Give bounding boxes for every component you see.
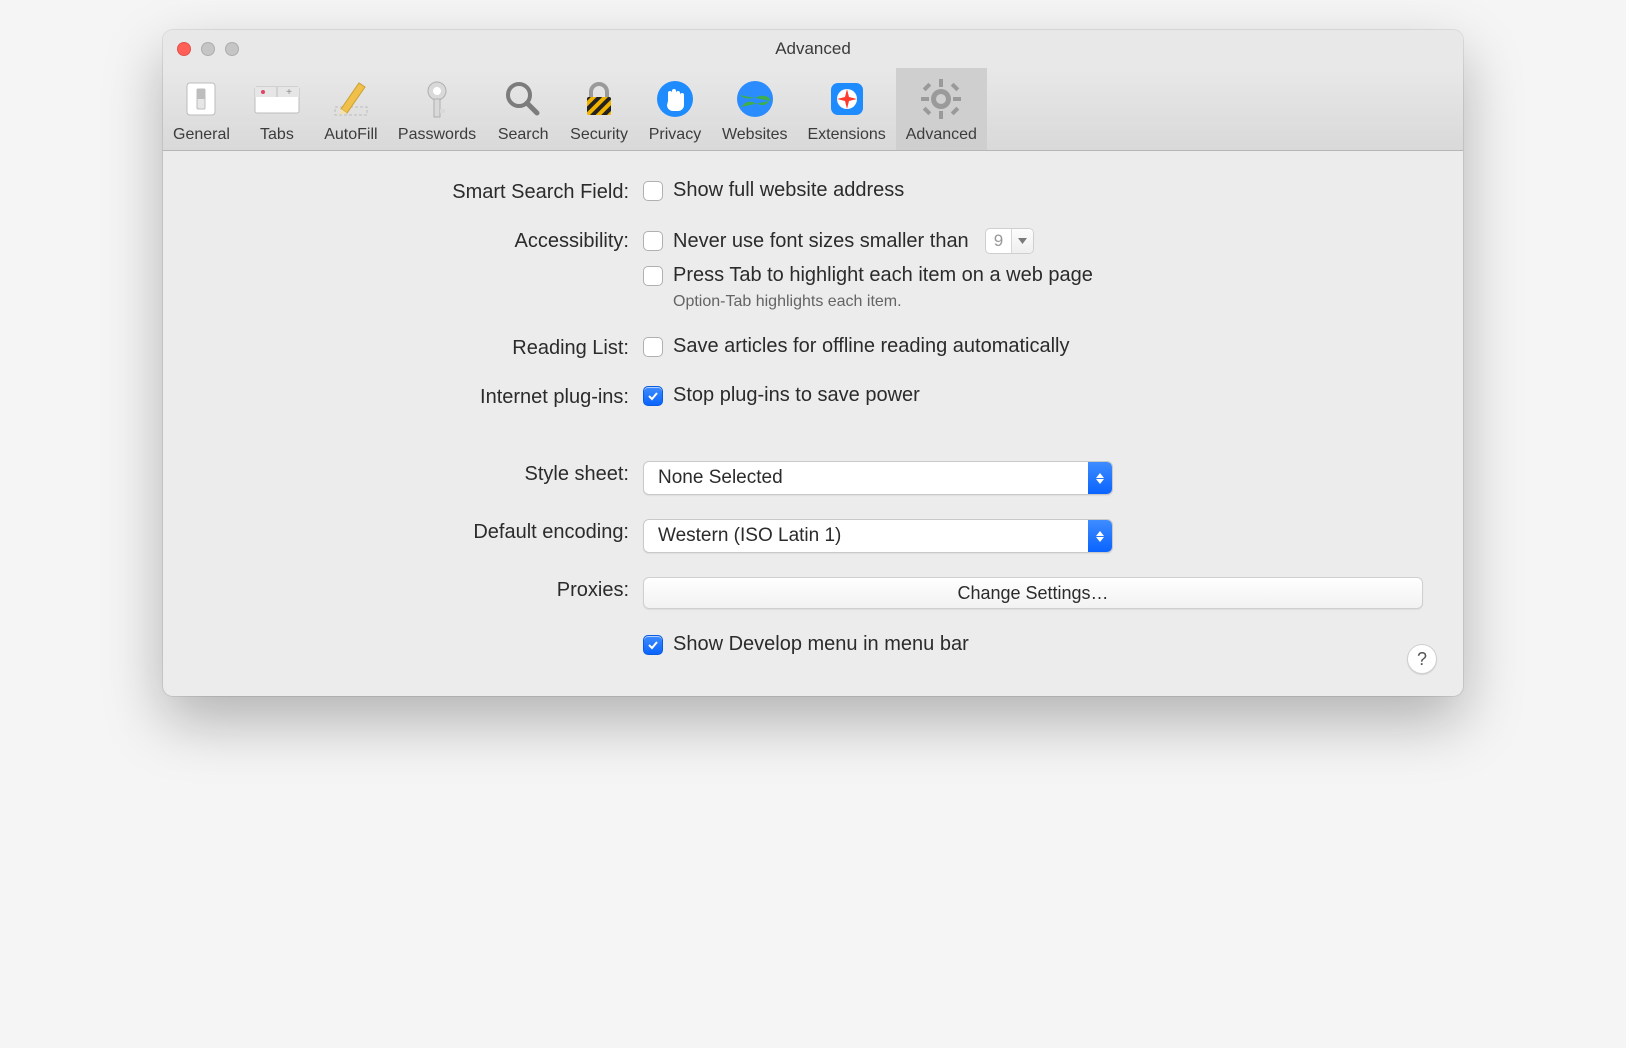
checkbox-min-font-size[interactable]: Never use font sizes smaller than xyxy=(643,230,969,253)
row-develop: Show Develop menu in menu bar xyxy=(203,633,1423,656)
pencil-icon xyxy=(324,76,378,122)
help-button-label: ? xyxy=(1417,649,1427,670)
checkbox-box xyxy=(643,231,663,251)
section-label: Accessibility: xyxy=(203,228,643,253)
tab-label: Tabs xyxy=(260,126,294,144)
row-style-sheet: Style sheet: None Selected xyxy=(203,461,1423,495)
key-icon xyxy=(410,76,464,122)
checkbox-show-full-address[interactable]: Show full website address xyxy=(643,179,1423,202)
tab-search[interactable]: Search xyxy=(486,68,560,150)
checkbox-label: Show Develop menu in menu bar xyxy=(673,633,969,656)
encoding-popup[interactable]: Western (ISO Latin 1) xyxy=(643,519,1113,553)
tab-label: General xyxy=(173,126,230,144)
tab-privacy[interactable]: Privacy xyxy=(638,68,712,150)
tab-security[interactable]: Security xyxy=(560,68,638,150)
preferences-window: Advanced General + Tabs AutoFill xyxy=(163,30,1463,696)
checkbox-save-offline[interactable]: Save articles for offline reading automa… xyxy=(643,335,1423,358)
tab-advanced[interactable]: Advanced xyxy=(896,68,987,150)
section-label: Reading List: xyxy=(203,335,643,360)
checkbox-label: Press Tab to highlight each item on a we… xyxy=(673,264,1093,287)
tabs-icon: + xyxy=(250,76,304,122)
tab-label: Security xyxy=(570,126,628,144)
row-proxies: Proxies: Change Settings… xyxy=(203,577,1423,609)
tab-label: Advanced xyxy=(906,126,977,144)
tab-autofill[interactable]: AutoFill xyxy=(314,68,388,150)
button-label: Change Settings… xyxy=(957,583,1108,604)
tab-label: Search xyxy=(498,126,549,144)
checkbox-stop-plugins[interactable]: Stop plug-ins to save power xyxy=(643,384,1423,407)
checkbox-box xyxy=(643,635,663,655)
chevron-down-icon xyxy=(1011,229,1033,253)
checkbox-box xyxy=(643,266,663,286)
window-controls xyxy=(177,42,239,56)
tab-label: Privacy xyxy=(649,126,701,144)
close-window-button[interactable] xyxy=(177,42,191,56)
row-encoding: Default encoding: Western (ISO Latin 1) xyxy=(203,519,1423,553)
tab-passwords[interactable]: Passwords xyxy=(388,68,486,150)
lock-icon xyxy=(572,76,626,122)
titlebar: Advanced xyxy=(163,30,1463,68)
checkbox-box xyxy=(643,337,663,357)
checkbox-label: Show full website address xyxy=(673,179,904,202)
svg-text:+: + xyxy=(286,87,292,98)
minimize-window-button[interactable] xyxy=(201,42,215,56)
checkbox-label: Stop plug-ins to save power xyxy=(673,384,920,407)
window-title: Advanced xyxy=(163,39,1463,59)
row-smart-search: Smart Search Field: Show full website ad… xyxy=(203,179,1423,204)
tab-label: AutoFill xyxy=(324,126,377,144)
updown-arrows-icon xyxy=(1088,520,1112,552)
popup-value: Western (ISO Latin 1) xyxy=(658,525,841,547)
tab-websites[interactable]: Websites xyxy=(712,68,798,150)
checkbox-press-tab[interactable]: Press Tab to highlight each item on a we… xyxy=(643,264,1423,287)
change-settings-button[interactable]: Change Settings… xyxy=(643,577,1423,609)
section-label: Proxies: xyxy=(203,577,643,602)
row-reading-list: Reading List: Save articles for offline … xyxy=(203,335,1423,360)
zoom-window-button[interactable] xyxy=(225,42,239,56)
magnifier-icon xyxy=(496,76,550,122)
gear-icon xyxy=(914,76,968,122)
hand-icon xyxy=(648,76,702,122)
checkbox-box xyxy=(643,181,663,201)
tab-general[interactable]: General xyxy=(163,68,240,150)
font-size-stepper[interactable]: 9 xyxy=(985,228,1034,254)
checkbox-show-develop[interactable]: Show Develop menu in menu bar xyxy=(643,633,1423,656)
help-button[interactable]: ? xyxy=(1407,644,1437,674)
section-label: Smart Search Field: xyxy=(203,179,643,204)
checkbox-box xyxy=(643,386,663,406)
updown-arrows-icon xyxy=(1088,462,1112,494)
puzzle-icon xyxy=(820,76,874,122)
section-label: Default encoding: xyxy=(203,519,643,544)
row-plugins: Internet plug-ins: Stop plug-ins to save… xyxy=(203,384,1423,409)
help-text-option-tab: Option-Tab highlights each item. xyxy=(643,293,1423,311)
globe-icon xyxy=(728,76,782,122)
font-size-value: 9 xyxy=(986,231,1011,251)
popup-value: None Selected xyxy=(658,467,783,489)
tab-tabs[interactable]: + Tabs xyxy=(240,68,314,150)
section-label: Internet plug-ins: xyxy=(203,384,643,409)
tab-label: Passwords xyxy=(398,126,476,144)
checkbox-label: Save articles for offline reading automa… xyxy=(673,335,1070,358)
checkbox-label: Never use font sizes smaller than xyxy=(673,230,969,253)
row-accessibility: Accessibility: Never use font sizes smal… xyxy=(203,228,1423,311)
preferences-toolbar: General + Tabs AutoFill Passwords xyxy=(163,68,1463,151)
tab-label: Websites xyxy=(722,126,788,144)
style-sheet-popup[interactable]: None Selected xyxy=(643,461,1113,495)
tab-extensions[interactable]: Extensions xyxy=(797,68,895,150)
content-area: Smart Search Field: Show full website ad… xyxy=(163,151,1463,696)
tab-label: Extensions xyxy=(807,126,885,144)
switch-icon xyxy=(174,76,228,122)
section-label: Style sheet: xyxy=(203,461,643,486)
